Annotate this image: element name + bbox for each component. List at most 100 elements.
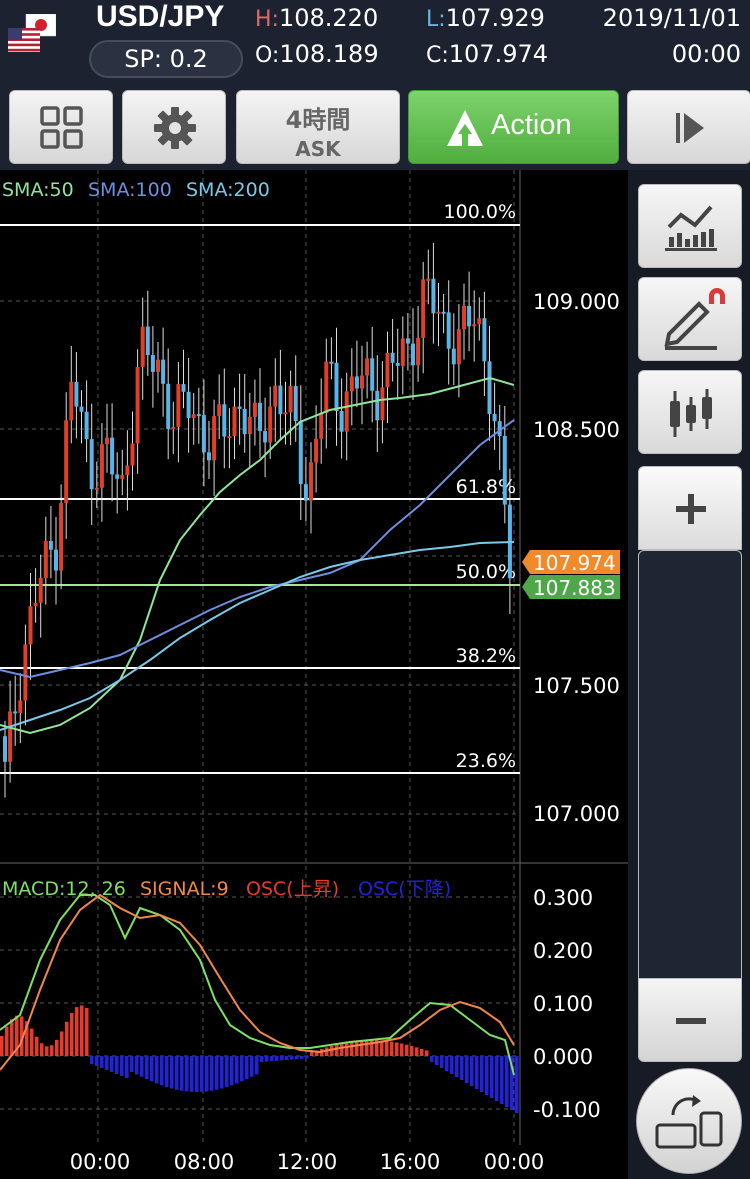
candle-body [150,355,155,372]
osc-bar [255,1056,259,1075]
candle-body [242,408,247,435]
candle-body [69,381,74,421]
candle-body [467,305,472,327]
candle-body [161,359,166,384]
osc-bar [70,1012,74,1056]
replay-button[interactable] [627,90,750,164]
macd-label-0100: 0.100 [533,992,593,1016]
osc-bar [425,1050,429,1056]
osc-bar [55,1039,59,1056]
candle-body [385,352,390,388]
candle-body [400,338,405,366]
candle-body [349,376,354,392]
candle-body [263,430,268,443]
candle-body [405,338,410,344]
open-key: O: [255,43,280,68]
osc-bar [260,1056,264,1062]
fib-382: 38.2% [456,645,516,667]
layout-button[interactable] [9,90,113,164]
chart-type-button[interactable] [638,370,742,454]
osc-bar [505,1056,509,1107]
osc-bar [210,1056,214,1091]
candle-body [436,311,441,314]
current-price-tag: 107.974 [522,550,620,575]
candle-body [120,475,125,479]
indicator-button[interactable] [638,184,742,268]
high-key: H: [255,7,279,32]
candle-body [23,644,28,701]
candle-body [395,362,400,366]
action-button[interactable]: Action [408,90,619,164]
candle-body [268,406,273,443]
bar-date: 2019/11/01 [602,4,741,32]
fib-618: 61.8% [456,476,516,498]
candle-body [28,606,33,645]
open-quote: O:108.189 [255,40,379,68]
candle-body [3,736,7,762]
candle-body [145,326,150,356]
close-quote: C:107.974 [426,40,548,68]
svg-text:107.883: 107.883 [533,576,616,600]
candle-body [94,487,99,490]
candle-body [8,711,13,762]
candle-body [130,443,135,466]
candle-body [89,439,94,490]
price-chart[interactable]: 100.0% 61.8% 50.0% 38.2% 23.6% SMA:50 SM… [0,170,628,1179]
osc-bar [235,1056,239,1084]
osc-bar [345,1042,349,1056]
osc-bar [515,1056,519,1113]
candle-body [288,386,293,413]
osc-bar [420,1048,424,1056]
price-label-108500: 108.500 [533,418,620,442]
candle-body [375,390,380,421]
osc-bar [5,1026,9,1056]
osc-bar [10,1019,14,1056]
price-label-109000: 109.000 [533,290,620,314]
close-key: C: [426,43,449,68]
osc-bar [330,1046,334,1056]
rotate-screen-button[interactable] [636,1068,742,1174]
candle-body [370,358,375,391]
osc-bar [245,1056,249,1080]
play-forward-icon [676,113,704,143]
candle-body [283,412,288,415]
fib-100: 100.0% [444,201,516,223]
candle-body [222,404,227,437]
osc-bar [435,1056,439,1065]
candle-body [212,416,217,461]
currency-pair[interactable]: USD/JPY [96,0,224,34]
legend-osc-down: OSC(下降) [358,878,451,900]
osc-bar [100,1056,104,1068]
candle-body [84,411,89,440]
candle-body [64,420,69,504]
legend-signal: SIGNAL:9 [140,878,229,900]
legend-osc-up: OSC(上昇) [246,878,339,900]
osc-bar [120,1056,124,1076]
candle-body [339,411,344,432]
candle-body [298,420,303,485]
price-label-107500: 107.500 [533,674,620,698]
zoom-out-button[interactable] [638,978,742,1062]
low-value: 107.929 [445,4,545,32]
candle-body [43,540,48,578]
period-label: 4時間 [285,106,351,134]
osc-bar [460,1056,464,1080]
close-value: 107.974 [448,40,549,68]
zoom-in-button[interactable] [638,466,742,550]
osc-bar [465,1056,469,1083]
drawing-tool-button[interactable] [638,277,742,361]
osc-bar [445,1056,449,1071]
macd-label-0200: 0.200 [533,939,593,963]
period-button[interactable]: 4時間 ASK [236,90,400,164]
macd-label-0000: 0.000 [533,1045,593,1069]
candle-body [105,437,109,445]
legend-macd: MACD:12, 26 [2,878,126,900]
osc-bar [85,1008,89,1056]
up-arrow-icon [447,110,483,146]
candle-body [38,577,43,603]
candle-body [303,484,308,501]
time-label-0: 00:00 [70,1150,131,1174]
settings-button[interactable] [122,90,226,164]
osc-bar [495,1056,499,1101]
osc-bar [200,1056,204,1092]
